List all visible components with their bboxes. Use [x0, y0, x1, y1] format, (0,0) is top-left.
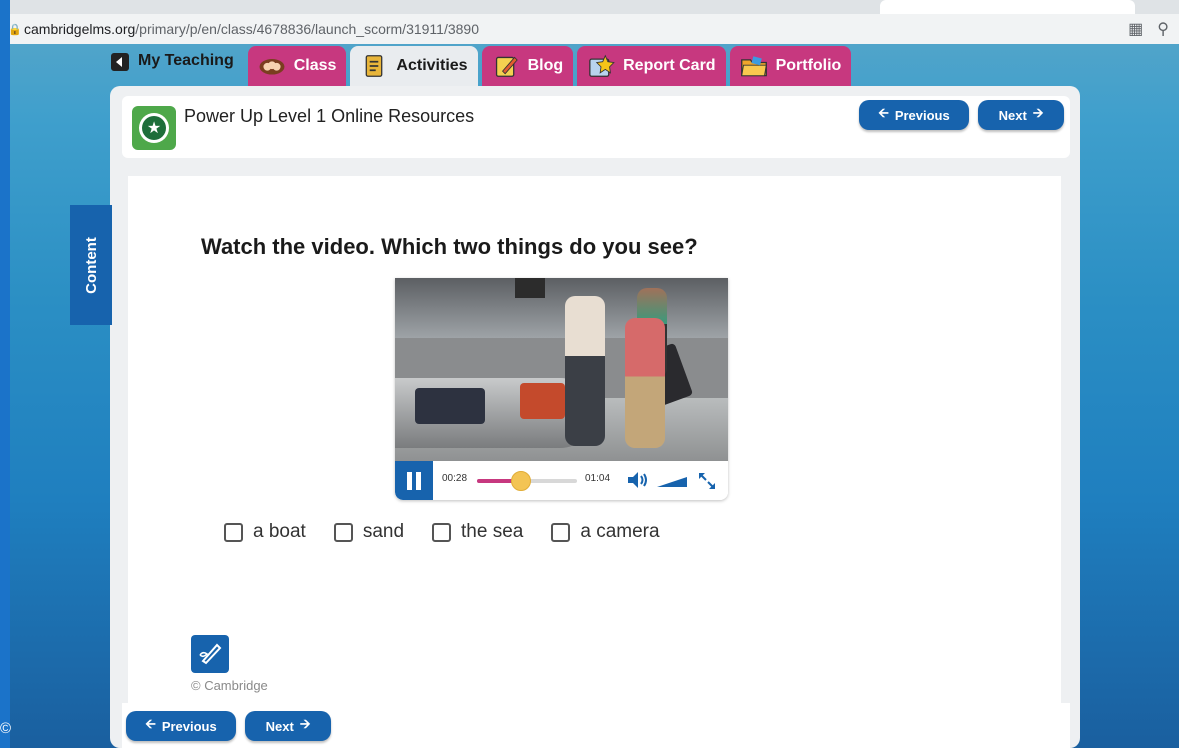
- tab-label: Activities: [396, 57, 468, 74]
- resource-header: ★ Power Up Level 1 Online Resources 🡨 Pr…: [122, 96, 1070, 158]
- footer-previous-button[interactable]: 🡨 Previous: [126, 711, 236, 741]
- previous-button[interactable]: 🡨 Previous: [859, 100, 969, 130]
- tab-blog[interactable]: Blog: [481, 46, 574, 86]
- footer-bar: 🡨 Previous Next 🡪: [122, 703, 1070, 748]
- option-the-sea[interactable]: the sea: [432, 521, 523, 543]
- checkbox[interactable]: [432, 522, 452, 542]
- url-path: /primary/p/en/class/4678836/launch_scorm…: [135, 21, 479, 37]
- checkbox[interactable]: [333, 522, 353, 542]
- tab-label: My Teaching: [138, 52, 234, 69]
- content-sidebar-toggle[interactable]: Content: [70, 205, 112, 325]
- activities-icon: [360, 54, 388, 78]
- tab-label: Blog: [527, 57, 564, 74]
- question-prompt: Watch the video. Which two things do you…: [201, 234, 698, 259]
- main-nav: My Teaching Class Activities Blog Report…: [104, 46, 852, 86]
- arrow-right-icon: 🡪: [299, 716, 311, 731]
- tab-activities[interactable]: Activities: [350, 46, 478, 86]
- volume-slider[interactable]: [657, 475, 687, 493]
- window-edge: [0, 0, 10, 748]
- video-progress-bar[interactable]: [477, 471, 577, 491]
- tab-my-teaching[interactable]: My Teaching: [104, 46, 244, 86]
- volume-icon[interactable]: [627, 471, 653, 494]
- next-button[interactable]: Next 🡪: [978, 100, 1064, 130]
- zoom-icon[interactable]: ⚲: [1157, 19, 1169, 39]
- pause-icon: [407, 471, 412, 490]
- blog-icon: [492, 54, 520, 78]
- translate-icon[interactable]: ▦: [1128, 19, 1143, 39]
- arrow-right-icon: 🡪: [1032, 105, 1044, 120]
- checkbox[interactable]: [224, 522, 243, 542]
- power-up-logo: ★: [132, 106, 176, 150]
- progress-handle[interactable]: [511, 471, 531, 491]
- arrow-left-icon: 🡨: [145, 716, 156, 731]
- option-sand[interactable]: sand: [333, 521, 404, 543]
- tab-label: Report Card: [623, 57, 716, 74]
- pause-button[interactable]: [395, 461, 433, 500]
- video-player[interactable]: 00:28 01:04: [395, 278, 728, 500]
- footer-next-button[interactable]: Next 🡪: [245, 711, 331, 741]
- video-frame[interactable]: [395, 278, 728, 461]
- browser-active-tab[interactable]: [880, 0, 1135, 14]
- portfolio-icon: [740, 54, 768, 78]
- duration: 01:04: [585, 473, 611, 484]
- tab-class[interactable]: Class: [247, 46, 347, 86]
- checkbox[interactable]: [551, 522, 571, 542]
- current-time: 00:28: [442, 473, 468, 484]
- pen-icon: [199, 643, 222, 665]
- option-a-boat[interactable]: a boat: [224, 521, 306, 543]
- tab-label: Class: [293, 57, 337, 74]
- tab-report-card[interactable]: Report Card: [577, 46, 726, 86]
- tab-label: Portfolio: [775, 57, 842, 74]
- option-a-camera[interactable]: a camera: [551, 521, 660, 543]
- page-title: Power Up Level 1 Online Resources: [184, 106, 475, 126]
- corner-symbol: ©: [0, 720, 12, 737]
- fullscreen-icon[interactable]: [697, 471, 717, 496]
- answer-options: a boat sand the sea a camera: [224, 521, 660, 543]
- arrow-left-icon: 🡨: [878, 105, 889, 120]
- browser-tab-strip: [0, 0, 1179, 14]
- report-card-icon: [587, 54, 615, 78]
- annotation-tool-button[interactable]: [191, 635, 229, 673]
- copyright-text: © Cambridge: [191, 678, 268, 693]
- star-icon: ★: [142, 116, 166, 140]
- url-domain: cambridgelms.org: [24, 21, 136, 37]
- address-bar[interactable]: 🔒 cambridgelms.org/primary/p/en/class/46…: [0, 14, 1179, 44]
- back-arrow-icon: [110, 52, 130, 72]
- tab-portfolio[interactable]: Portfolio: [729, 46, 852, 86]
- class-icon: [258, 54, 286, 78]
- content-tab-label: Content: [82, 236, 100, 294]
- video-controls: 00:28 01:04: [395, 461, 728, 500]
